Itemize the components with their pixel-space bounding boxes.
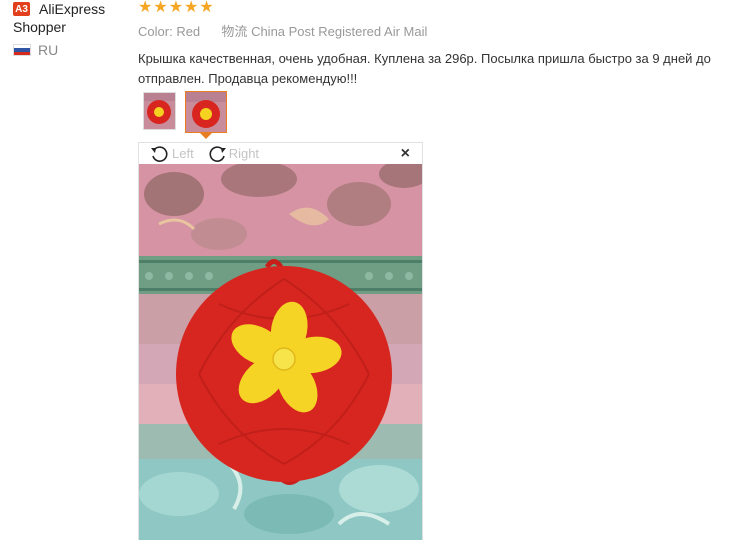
flag-stripe-red (14, 51, 30, 55)
photo-viewer: Left Right × (138, 142, 423, 540)
close-viewer-button[interactable]: × (401, 146, 410, 162)
thumbnail-image (186, 92, 226, 132)
star-rating: ★ ★ ★ ★ ★ (138, 0, 734, 16)
reviewer-name-line1: AliExpress (39, 1, 106, 17)
rotate-right-icon (209, 145, 226, 162)
review-photo (139, 164, 422, 540)
logistics-label: 物流 (221, 24, 248, 39)
reviewer-name: AliExpress Shopper (13, 0, 131, 36)
star-icon: ★ (168, 0, 184, 16)
review-text: Крышка качественная, очень удобная. Купл… (138, 51, 711, 86)
viewer-toolbar: Left Right × (139, 143, 422, 164)
avatar: A3 (13, 2, 30, 16)
reviewer-name-line2: Shopper (13, 19, 66, 35)
reviewer-country: RU (13, 42, 133, 58)
color-label: Color: (138, 24, 173, 39)
rotate-left-icon (151, 145, 168, 162)
russia-flag-icon (13, 44, 31, 56)
photo-thumbnails (143, 91, 227, 133)
rotate-right-label: Right (228, 146, 260, 161)
thumbnail-image (144, 93, 175, 129)
color-value: Red (176, 24, 201, 39)
star-icon: ★ (184, 0, 199, 16)
active-thumbnail-caret (200, 133, 212, 139)
photo-thumbnail-1[interactable] (143, 92, 176, 130)
star-icon: ★ (153, 0, 168, 16)
star-icon: ★ (199, 0, 214, 16)
country-code: RU (38, 42, 59, 58)
logistics-value: China Post Registered Air Mail (251, 24, 428, 39)
star-icon: ★ (138, 0, 153, 16)
rotate-left-label: Left (172, 146, 194, 161)
review-item: A3 AliExpress Shopper RU ★ ★ ★ ★ ★ Color… (0, 0, 734, 554)
rotate-left-button[interactable]: Left (149, 145, 194, 163)
photo-thumbnail-2[interactable] (185, 91, 227, 133)
reviewer-info: A3 AliExpress Shopper RU (13, 0, 133, 58)
review-body: ★ ★ ★ ★ ★ Color: Red 物流 China Post Regis… (138, 0, 734, 89)
order-info: Color: Red 物流 China Post Registered Air … (138, 23, 734, 40)
rotate-right-button[interactable]: Right (206, 145, 259, 163)
